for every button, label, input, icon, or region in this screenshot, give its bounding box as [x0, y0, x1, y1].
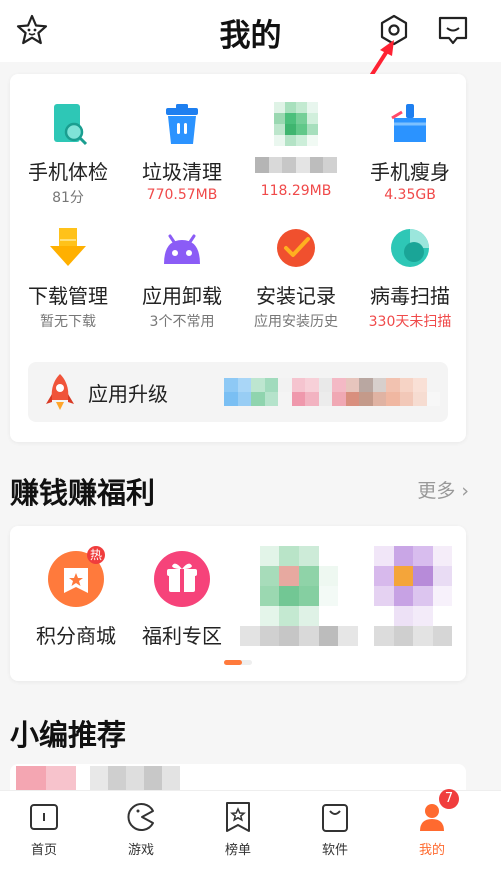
- tool-app-uninstall[interactable]: 应用卸载 3个不常用: [124, 226, 240, 331]
- welfare-section-title: 赚钱赚福利: [10, 476, 156, 510]
- gift-box-icon: 热: [47, 546, 105, 608]
- blurred-recommend-icon[interactable]: [16, 766, 76, 792]
- tab-ranking[interactable]: 榜单: [198, 801, 278, 858]
- message-icon[interactable]: [435, 12, 471, 48]
- hot-badge: 热: [87, 546, 105, 564]
- page-title: 我的: [219, 18, 282, 54]
- carousel-indicator: [224, 660, 252, 665]
- welfare-item-benefit-zone[interactable]: 福利专区: [126, 550, 238, 649]
- blurred-app-icon: [274, 102, 318, 146]
- tool-install-record[interactable]: 安装记录 应用安装历史: [238, 226, 354, 331]
- recommend-section-title: 小编推荐: [10, 718, 127, 752]
- tab-games[interactable]: 游戏: [101, 801, 181, 858]
- blurred-welfare-item-1[interactable]: [240, 546, 358, 646]
- trash-icon: [160, 102, 204, 146]
- welfare-item-points-mall[interactable]: 热 积分商城: [20, 546, 132, 649]
- notification-badge: 7: [439, 789, 459, 809]
- download-icon: [46, 226, 90, 270]
- app-upgrade-bar[interactable]: 应用升级: [28, 362, 448, 422]
- tool-blurred[interactable]: 118.29MB: [238, 102, 354, 199]
- chevron-right-icon: ›: [461, 480, 469, 502]
- tool-virus-scan[interactable]: 病毒扫描 330天未扫描: [352, 226, 468, 331]
- check-circle-icon: [274, 226, 318, 270]
- phone-check-icon: [46, 102, 90, 146]
- pacman-icon: [126, 801, 156, 833]
- tool-download-manager[interactable]: 下载管理 暂无下载: [10, 226, 126, 331]
- home-icon: [29, 801, 59, 833]
- tab-home[interactable]: 首页: [4, 801, 84, 858]
- bottom-tab-bar: 首页 游戏 榜单 软件 7 我的: [0, 789, 501, 873]
- tool-phone-slim[interactable]: 手机瘦身 4.35GB: [352, 102, 468, 203]
- ranking-icon: [223, 801, 253, 833]
- upgrade-app-icons: [224, 378, 440, 406]
- tool-phone-check[interactable]: 手机体检 81分: [10, 102, 126, 207]
- broom-icon: [388, 102, 432, 146]
- more-link[interactable]: 更多 ›: [417, 476, 469, 503]
- blurred-name: [255, 157, 337, 173]
- welfare-card: 热 积分商城 福利专区: [10, 526, 466, 681]
- rocket-icon: [46, 374, 74, 410]
- tool-junk-clean[interactable]: 垃圾清理 770.57MB: [124, 102, 240, 203]
- blurred-recommend-text: [90, 766, 180, 792]
- gift-icon: [153, 550, 211, 608]
- top-header: 我的: [0, 0, 501, 92]
- bag-icon: [320, 801, 350, 833]
- profile-icon: 7: [417, 789, 459, 833]
- tab-software[interactable]: 软件: [295, 801, 375, 858]
- blurred-welfare-item-2[interactable]: [374, 546, 452, 646]
- shield-scan-icon: [388, 226, 432, 270]
- tab-mine[interactable]: 7 我的: [392, 789, 472, 858]
- android-icon: [160, 226, 204, 270]
